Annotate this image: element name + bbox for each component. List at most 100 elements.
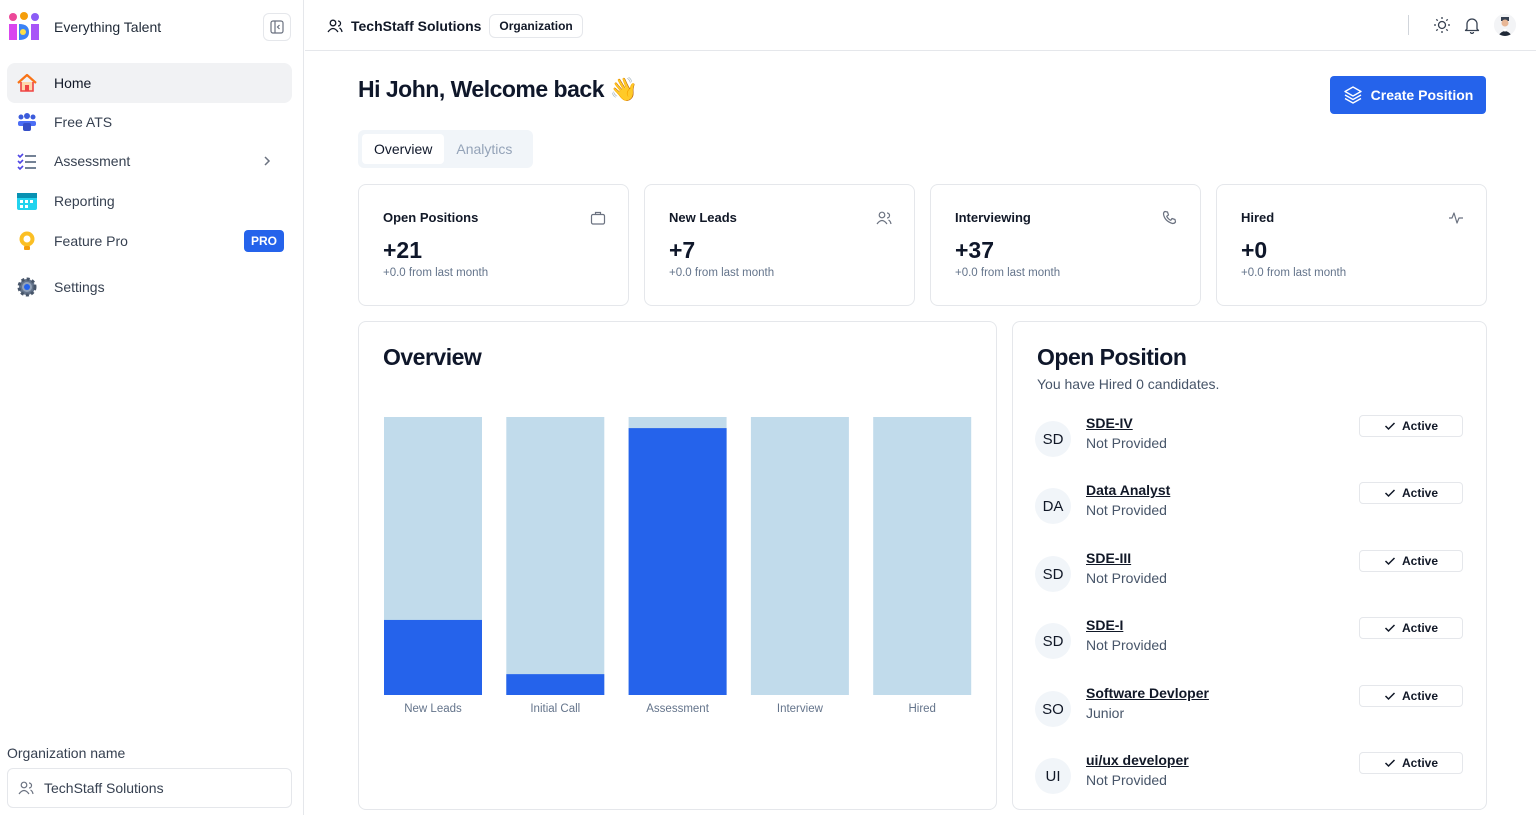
list-item: SD SDE-IV Not Provided Active	[1035, 415, 1465, 465]
brand[interactable]: Everything Talent	[8, 12, 161, 42]
activity-icon	[1449, 212, 1463, 224]
sidebar-item-label: Settings	[54, 279, 105, 295]
chevron-right-icon	[264, 156, 271, 166]
stat-card-interviewing: Interviewing +37 +0.0 from last month	[930, 184, 1201, 306]
status-label: Active	[1401, 554, 1439, 568]
bar-track	[506, 417, 605, 695]
briefcase-icon	[590, 211, 606, 225]
sidebar-item-label: Home	[54, 75, 92, 91]
status-badge[interactable]: Active	[1359, 685, 1463, 707]
phone-icon	[1162, 210, 1177, 225]
bar[interactable]	[506, 674, 605, 695]
status-label: Active	[1401, 756, 1439, 770]
users-icon	[18, 781, 34, 795]
stat-value: +21	[383, 237, 423, 263]
check-icon	[1384, 422, 1396, 431]
topbar-org-name: TechStaff Solutions	[351, 18, 482, 34]
sun-icon	[1434, 17, 1450, 33]
position-level: Not Provided	[1086, 502, 1167, 518]
panel-left-icon	[270, 20, 284, 34]
position-link[interactable]: SDE-III	[1086, 550, 1131, 566]
org-name-label: Organization name	[7, 745, 126, 761]
sidebar-item-label: Reporting	[54, 193, 115, 209]
avatar: DA	[1035, 488, 1071, 524]
status-label: Active	[1401, 621, 1439, 635]
stat-title: Interviewing	[955, 210, 1031, 225]
status-badge[interactable]: Active	[1359, 415, 1463, 437]
divider	[1408, 15, 1409, 35]
bar-track	[750, 417, 849, 695]
x-tick-label: Assessment	[646, 703, 709, 715]
tab-analytics[interactable]: Analytics	[444, 134, 524, 164]
avatar: SD	[1035, 421, 1071, 457]
stat-title: Hired	[1241, 210, 1275, 225]
theme-toggle-button[interactable]	[1431, 14, 1453, 36]
bulb-icon	[16, 230, 38, 252]
position-link[interactable]: Software Devloper	[1086, 685, 1209, 701]
avatar: UI	[1035, 758, 1071, 794]
topbar-org[interactable]: TechStaff Solutions Organization	[327, 14, 583, 38]
check-icon	[1384, 624, 1396, 633]
status-label: Active	[1401, 419, 1439, 433]
create-position-button[interactable]: Create Position	[1330, 76, 1486, 114]
sidebar-item-label: Assessment	[54, 153, 131, 169]
bar[interactable]	[384, 619, 482, 695]
sidebar: Everything Talent Home Free ATS Assessme…	[0, 0, 304, 815]
notifications-button[interactable]	[1461, 14, 1483, 36]
sidebar-item-feature-pro[interactable]: Feature Pro PRO	[7, 221, 292, 261]
team-icon	[16, 111, 38, 133]
stat-card-new-leads: New Leads +7 +0.0 from last month	[644, 184, 915, 306]
x-tick-label: Hired	[908, 703, 935, 715]
status-badge[interactable]: Active	[1359, 482, 1463, 504]
bar[interactable]	[628, 428, 727, 695]
status-badge[interactable]: Active	[1359, 550, 1463, 572]
checklist-icon	[16, 150, 38, 172]
sidebar-item-free-ats[interactable]: Free ATS	[7, 102, 292, 142]
users-icon	[327, 19, 343, 33]
create-position-label: Create Position	[1370, 87, 1474, 103]
sidebar-item-reporting[interactable]: Reporting	[7, 181, 292, 221]
page-title: Hi John, Welcome back 👋	[358, 76, 639, 102]
collapse-sidebar-button[interactable]	[263, 13, 291, 41]
stat-value: +7	[669, 237, 696, 263]
x-tick-label: New Leads	[404, 703, 462, 715]
status-badge[interactable]: Active	[1359, 617, 1463, 639]
open-position-subtitle: You have Hired 0 candidates.	[1037, 376, 1220, 392]
position-level: Not Provided	[1086, 637, 1167, 653]
position-level: Not Provided	[1086, 772, 1167, 788]
tab-overview[interactable]: Overview	[362, 134, 445, 164]
avatar: SO	[1035, 691, 1071, 727]
x-tick-label: Interview	[777, 703, 824, 715]
position-link[interactable]: SDE-I	[1086, 617, 1123, 633]
layers-icon	[1343, 86, 1362, 104]
check-icon	[1384, 692, 1396, 701]
position-link[interactable]: Data Analyst	[1086, 482, 1170, 498]
x-tick-label: Initial Call	[530, 703, 580, 715]
open-position-title: Open Position	[1037, 344, 1187, 370]
calendar-icon	[16, 190, 38, 212]
status-badge[interactable]: Active	[1359, 752, 1463, 774]
user-avatar[interactable]	[1494, 14, 1516, 36]
sidebar-item-settings[interactable]: Settings	[7, 267, 292, 307]
avatar: SD	[1035, 556, 1071, 592]
pro-badge: PRO	[243, 230, 284, 252]
sidebar-item-home[interactable]: Home	[7, 63, 292, 103]
sidebar-item-label: Free ATS	[54, 114, 113, 130]
org-selector[interactable]: TechStaff Solutions	[7, 768, 292, 808]
check-icon	[1384, 759, 1396, 768]
overview-bar-chart: New Leads Initial Call Assessment Interview…	[384, 417, 972, 715]
users-icon	[876, 211, 892, 225]
tab-list: Overview Analytics	[358, 130, 533, 168]
list-item: DA Data Analyst Not Provided Active	[1035, 482, 1465, 532]
status-label: Active	[1401, 689, 1439, 703]
stat-title: Open Positions	[383, 210, 479, 225]
position-link[interactable]: SDE-IV	[1086, 415, 1133, 431]
org-tag: Organization	[489, 14, 583, 38]
org-selector-value: TechStaff Solutions	[44, 780, 164, 796]
stat-sub: +0.0 from last month	[955, 267, 1061, 279]
stat-value: +37	[955, 237, 995, 263]
gear-icon	[16, 276, 38, 298]
sidebar-item-assessment[interactable]: Assessment	[7, 141, 292, 181]
position-link[interactable]: ui/ux developer	[1086, 752, 1189, 768]
position-level: Not Provided	[1086, 570, 1167, 586]
